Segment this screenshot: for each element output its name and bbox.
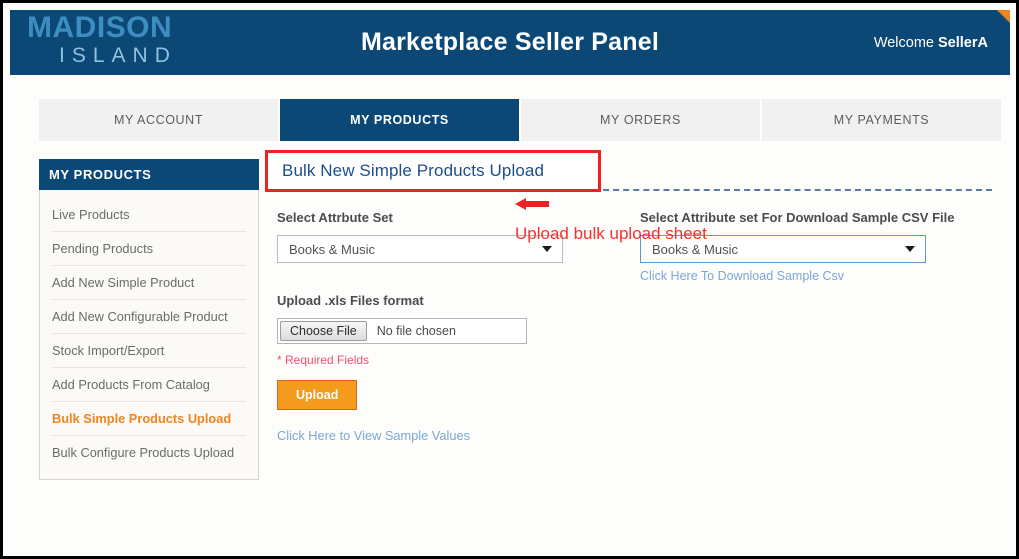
arrow-left-icon bbox=[515, 198, 549, 210]
page-title: Bulk New Simple Products Upload bbox=[282, 161, 544, 180]
sidebar-list: Live Products Pending Products Add New S… bbox=[40, 190, 258, 469]
page-title-highlight-box: Bulk New Simple Products Upload bbox=[265, 150, 601, 192]
tab-my-products[interactable]: MY PRODUCTS bbox=[280, 99, 521, 141]
sidebar-item-bulk-simple-products-upload[interactable]: Bulk Simple Products Upload bbox=[52, 402, 246, 436]
sidebar-item-live-products[interactable]: Live Products bbox=[52, 198, 246, 232]
chevron-down-icon bbox=[905, 246, 915, 252]
file-name-text: No file chosen bbox=[376, 324, 456, 338]
welcome-username: SellerA bbox=[938, 35, 988, 51]
main-nav-tabs: MY ACCOUNT MY PRODUCTS MY ORDERS MY PAYM… bbox=[39, 99, 1001, 141]
download-sample-csv-link[interactable]: Click Here To Download Sample Csv bbox=[640, 269, 970, 283]
section-divider bbox=[603, 189, 992, 191]
required-fields-note: * Required Fields bbox=[277, 353, 370, 367]
sidebar-item-stock-import-export[interactable]: Stock Import/Export bbox=[52, 334, 246, 368]
sidebar-item-add-new-configurable-product[interactable]: Add New Configurable Product bbox=[52, 300, 246, 334]
arrow-shaft bbox=[525, 201, 549, 207]
annotation-callout: Upload bulk upload sheet bbox=[515, 198, 707, 244]
sidebar-heading: MY PRODUCTS bbox=[39, 159, 259, 190]
upload-file-label: Upload .xls Files format bbox=[277, 293, 424, 308]
chevron-down-icon bbox=[542, 246, 552, 252]
sidebar-item-add-new-simple-product[interactable]: Add New Simple Product bbox=[52, 266, 246, 300]
corner-accent-icon bbox=[997, 10, 1010, 23]
view-sample-values-link[interactable]: Click Here to View Sample Values bbox=[277, 428, 470, 443]
sidebar: MY PRODUCTS Live Products Pending Produc… bbox=[39, 159, 259, 480]
tab-label: MY PAYMENTS bbox=[833, 113, 930, 127]
attribute-set-value: Books & Music bbox=[289, 241, 375, 257]
welcome-prefix: Welcome bbox=[873, 35, 939, 51]
sidebar-item-add-products-from-catalog[interactable]: Add Products From Catalog bbox=[52, 368, 246, 402]
tab-my-orders[interactable]: MY ORDERS bbox=[521, 99, 762, 141]
app-title: Marketplace Seller Panel bbox=[360, 28, 659, 56]
tab-label: MY ORDERS bbox=[600, 113, 681, 127]
seller-panel-page: MADISON ISLAND Marketplace Seller Panel … bbox=[0, 0, 1019, 559]
upload-button[interactable]: Upload bbox=[277, 380, 358, 410]
sidebar-item-pending-products[interactable]: Pending Products bbox=[52, 232, 246, 266]
tab-label: MY ACCOUNT bbox=[113, 113, 204, 127]
app-header: MADISON ISLAND Marketplace Seller Panel … bbox=[10, 10, 1010, 75]
annotation-text: Upload bulk upload sheet bbox=[515, 224, 707, 243]
welcome-message: Welcome SellerA bbox=[874, 35, 988, 51]
sidebar-item-bulk-configure-products-upload[interactable]: Bulk Configure Products Upload bbox=[52, 436, 246, 469]
tab-my-account[interactable]: MY ACCOUNT bbox=[39, 99, 280, 141]
file-input[interactable]: Choose File No file chosen bbox=[277, 318, 527, 344]
choose-file-button[interactable]: Choose File bbox=[280, 321, 367, 341]
tab-my-payments[interactable]: MY PAYMENTS bbox=[762, 99, 1001, 141]
tab-label: MY PRODUCTS bbox=[350, 113, 449, 127]
